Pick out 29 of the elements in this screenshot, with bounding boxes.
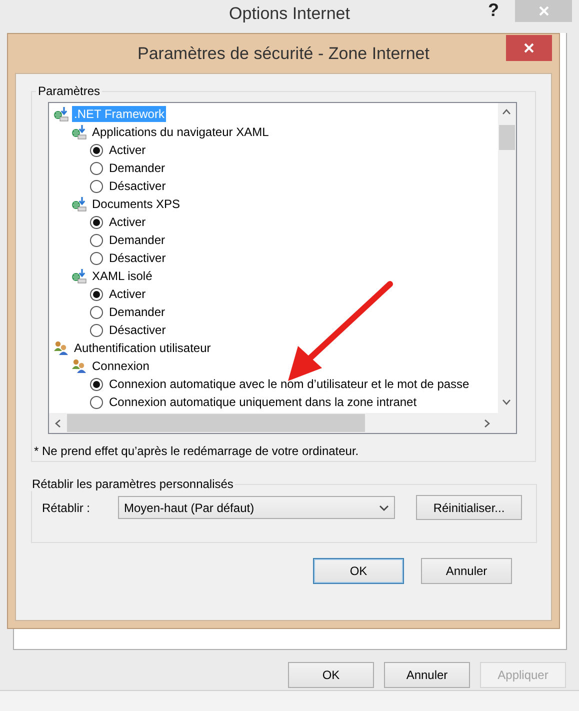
tree-item[interactable]: XAML isolé	[90, 268, 154, 284]
group-label: Paramètres	[38, 84, 100, 98]
level-dropdown[interactable]: Moyen-haut (Par défaut)	[118, 496, 395, 519]
option-label: Activer	[108, 142, 147, 158]
option-label: Désactiver	[108, 322, 167, 338]
window-title: Options Internet	[229, 4, 350, 23]
option-label: Demander	[108, 160, 166, 176]
tree-item[interactable]: Applications du navigateur XAML	[90, 124, 271, 140]
tree-item[interactable]: Authentification utilisateur	[72, 340, 213, 356]
option-label: Activer	[108, 286, 147, 302]
option-label: Désactiver	[108, 178, 167, 194]
option-label: Connexion automatique avec le nom d’utilisateur et le mot de passe	[108, 376, 470, 392]
option-label: Demander	[108, 304, 166, 320]
field-label: Rétablir :	[42, 500, 90, 514]
dialog-button[interactable]: OK	[313, 558, 404, 584]
option-label: Activer	[108, 214, 147, 230]
dialog-title: Paramètres de sécurité - Zone Internet	[138, 44, 430, 64]
option-label: Demander	[108, 232, 166, 248]
option-label: Désactiver	[108, 250, 167, 266]
tree-item[interactable]: Documents XPS	[90, 196, 182, 212]
footnote: * Ne prend effet qu’après le redémarrage de votre ordinateur.	[34, 444, 359, 458]
dialog-button[interactable]: OK	[288, 662, 374, 688]
option-label: Connexion automatique uniquement dans la zone intranet	[108, 394, 418, 410]
help-button[interactable]: ?	[488, 0, 499, 21]
dialog-button[interactable]: Annuler	[384, 662, 470, 688]
reset-button[interactable]: Réinitialiser...	[416, 495, 522, 520]
dialog-button[interactable]: Annuler	[421, 558, 512, 584]
group-label: Rétablir les paramètres personnalisés	[32, 477, 234, 491]
tree-item[interactable]: Connexion	[90, 358, 152, 374]
